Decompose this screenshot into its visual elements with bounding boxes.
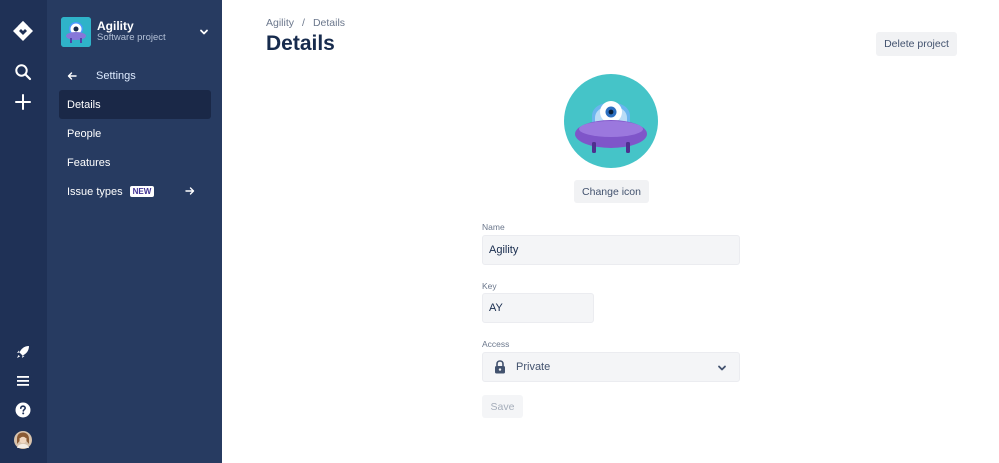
key-field[interactable]: AY [482, 293, 594, 323]
chevron-down-icon[interactable] [197, 25, 211, 39]
project-name: Agility [97, 18, 134, 33]
project-avatar [61, 17, 91, 47]
sidebar-item-label: People [67, 127, 102, 140]
sidebar-item-details[interactable]: Details [59, 90, 211, 119]
project-sidebar: Agility Software project Settings Detail… [47, 0, 222, 463]
page-title: Details [266, 32, 335, 55]
sidebar-item-label: Details [67, 98, 101, 111]
access-select[interactable]: Private [482, 352, 740, 382]
breadcrumb-current[interactable]: Details [313, 17, 345, 29]
back-label: Settings [96, 70, 136, 82]
breadcrumb: Agility / Details [266, 17, 345, 29]
rocket-icon[interactable] [12, 341, 34, 363]
sidebar-item-people[interactable]: People [59, 119, 211, 148]
main-content: Agility / Details Details Delete project… [222, 0, 999, 463]
change-icon-button[interactable]: Change icon [574, 180, 649, 203]
help-icon[interactable] [12, 399, 34, 421]
lock-icon [494, 360, 508, 374]
jira-logo-icon[interactable] [12, 20, 34, 42]
back-to-settings[interactable]: Settings [67, 68, 136, 84]
arrow-right-icon [185, 186, 195, 196]
key-value: AY [489, 302, 503, 314]
project-switcher[interactable]: Agility Software project [61, 16, 211, 48]
project-type: Software project [97, 32, 166, 44]
arrow-left-icon [67, 70, 79, 82]
user-avatar[interactable] [12, 429, 34, 451]
delete-project-button[interactable]: Delete project [876, 32, 957, 56]
sidebar-item-features[interactable]: Features [59, 148, 211, 177]
sidebar-item-label: Issue types [67, 185, 123, 198]
key-label: Key [482, 281, 497, 291]
breadcrumb-project[interactable]: Agility [266, 17, 294, 29]
chevron-down-icon [716, 362, 728, 374]
access-label: Access [482, 339, 510, 349]
name-label: Name [482, 222, 505, 232]
project-icon [564, 74, 658, 168]
create-plus-icon[interactable] [12, 91, 34, 113]
breadcrumb-separator: / [302, 17, 305, 29]
save-button[interactable]: Save [482, 395, 523, 418]
global-navigation [0, 0, 47, 463]
sidebar-item-issue-types[interactable]: Issue types NEW [59, 177, 211, 206]
name-field[interactable]: Agility [482, 235, 740, 265]
name-value: Agility [489, 244, 519, 256]
menu-icon[interactable] [12, 370, 34, 392]
access-value: Private [516, 361, 551, 373]
new-badge: NEW [129, 186, 155, 197]
sidebar-item-label: Features [67, 156, 111, 169]
search-icon[interactable] [12, 61, 34, 83]
